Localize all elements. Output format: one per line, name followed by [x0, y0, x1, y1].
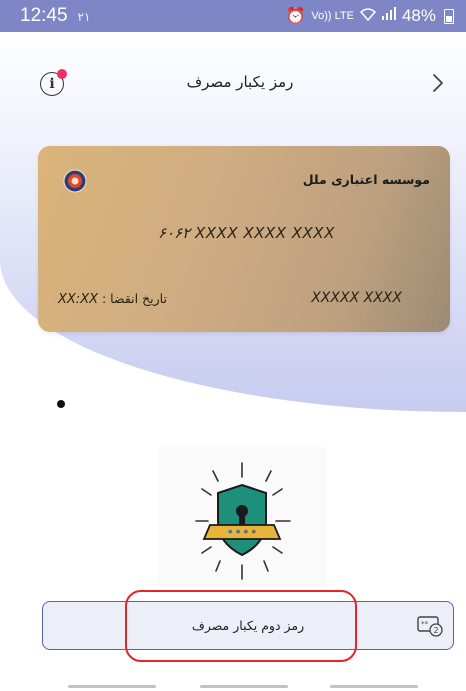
info-icon: i [49, 76, 55, 92]
card-holder-name: XXXXX XXXX [311, 290, 402, 306]
carousel-indicator[interactable] [57, 400, 65, 408]
alarm-icon: ⏰ [285, 8, 306, 25]
notification-badge [57, 69, 67, 79]
status-icons: ⏰ Vo)) LTE 48% [285, 6, 454, 26]
status-time: 12:45 [20, 5, 68, 26]
password-card-icon: ** 2 [417, 616, 443, 637]
card-expiry: تاریخ انقضا : XX:XX [58, 291, 218, 307]
status-bar: 12:45 ۲۱ ⏰ Vo)) LTE 48% [0, 0, 466, 32]
back-button[interactable] [426, 71, 450, 95]
nav-home-button[interactable] [200, 685, 288, 688]
wifi-icon [359, 7, 377, 26]
bank-name: موسسه اعتباری ملل [302, 172, 430, 187]
status-time-suffix: ۲۱ [77, 10, 91, 24]
svg-text:**: ** [421, 620, 429, 628]
signal-icon [381, 7, 396, 25]
security-illustration: * * * * [158, 447, 326, 587]
battery-percent: 48% [401, 6, 436, 25]
card-number: ۶۰۶۲ XXXX XXXX XXXX [158, 224, 335, 242]
expiry-value: XX:XX [58, 292, 99, 307]
nav-recent-button[interactable] [68, 685, 156, 688]
expiry-label: تاریخ انقضا : [102, 291, 167, 306]
volte-icon: Vo)) LTE [311, 10, 354, 22]
second-otp-button[interactable]: رمز دوم یکبار مصرف ** 2 [42, 601, 454, 650]
chevron-right-icon [433, 74, 443, 92]
system-nav-bar [0, 677, 466, 691]
mask-text: * * * * [228, 529, 257, 539]
shield-lock-icon: * * * * [195, 462, 291, 580]
status-left: 12:45 ۲۱ [20, 5, 90, 27]
bank-logo-icon [63, 169, 87, 193]
nav-back-button[interactable] [330, 685, 418, 688]
page-title: رمز یکبار مصرف [186, 73, 294, 91]
battery-icon [444, 8, 454, 24]
otp-button-label: رمز دوم یکبار مصرف [191, 618, 305, 633]
svg-text:2: 2 [433, 626, 438, 635]
